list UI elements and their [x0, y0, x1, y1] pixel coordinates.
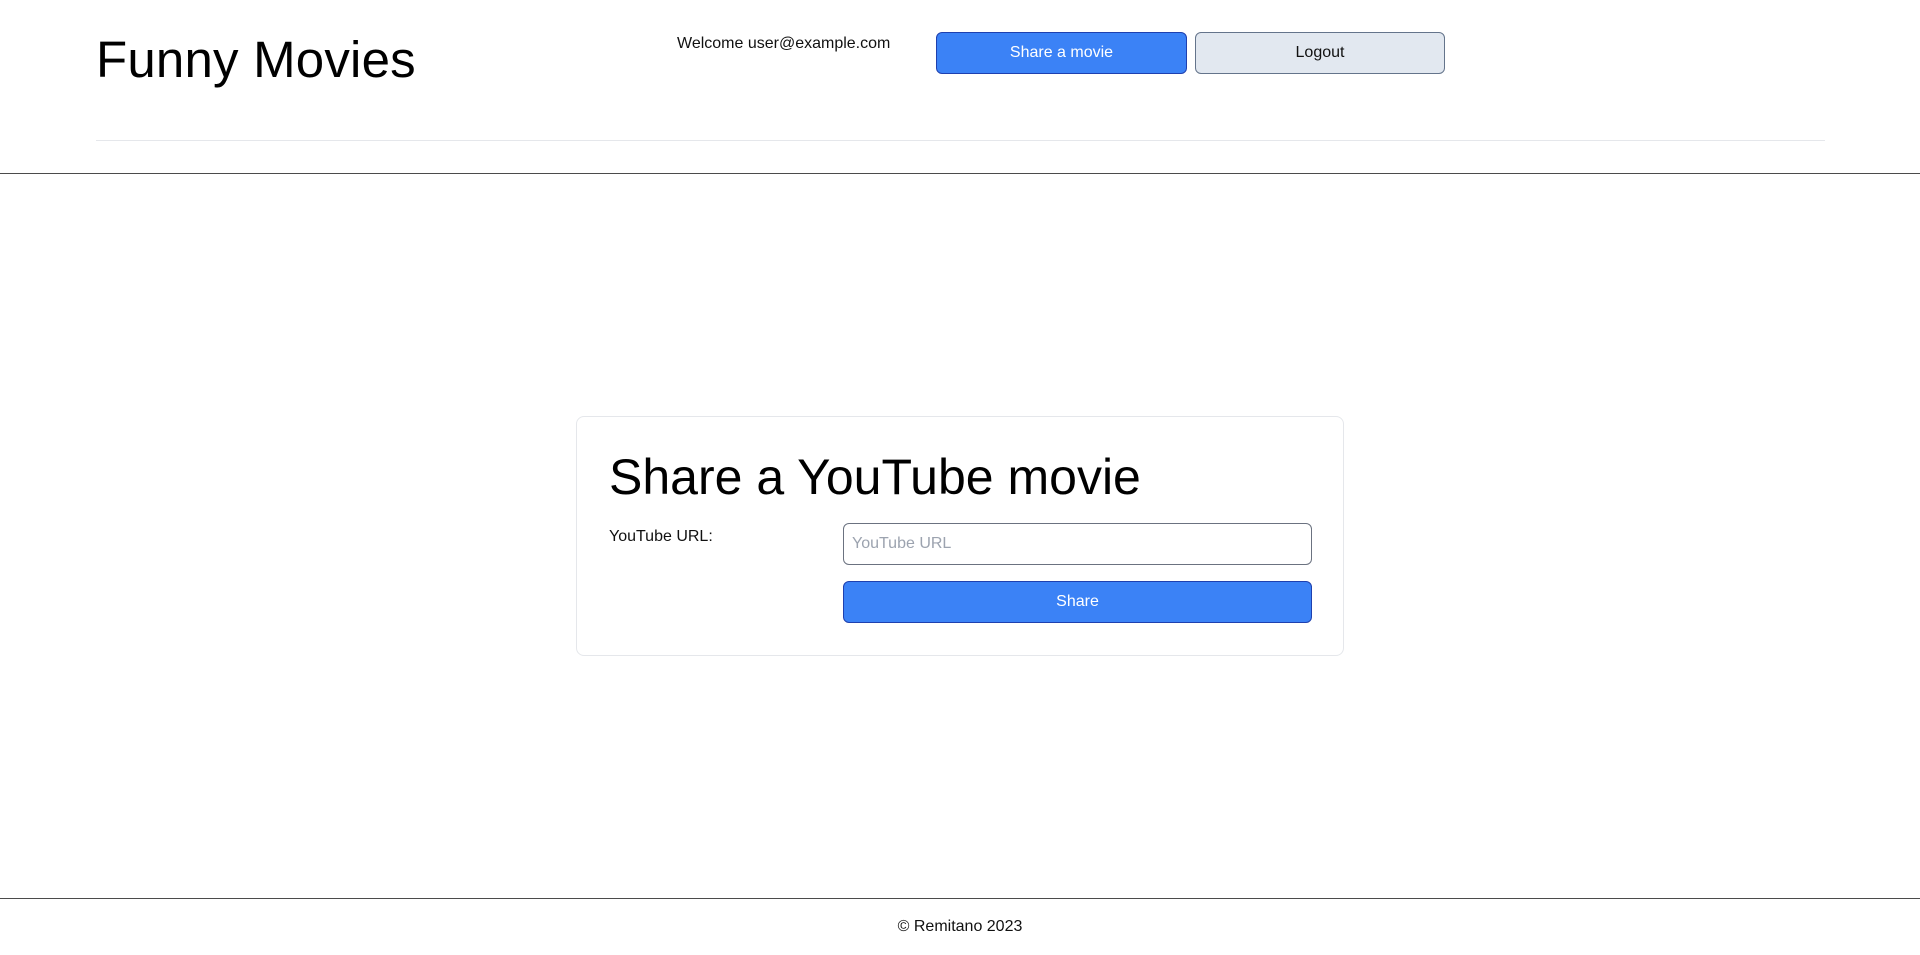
- page: Funny Movies Welcome user@example.com Sh…: [0, 0, 1920, 955]
- logout-button[interactable]: Logout: [1195, 32, 1445, 74]
- welcome-message: Welcome user@example.com: [677, 35, 891, 52]
- site-header: Funny Movies Welcome user@example.com Sh…: [0, 0, 1920, 174]
- share-a-movie-button[interactable]: Share a movie: [936, 32, 1187, 74]
- youtube-url-label: YouTube URL:: [609, 528, 713, 545]
- share-form-title: Share a YouTube movie: [609, 449, 1141, 505]
- header-divider: [96, 140, 1825, 141]
- brand-title[interactable]: Funny Movies: [96, 30, 416, 90]
- copyright-text: © Remitano 2023: [897, 918, 1023, 935]
- youtube-url-input[interactable]: [843, 523, 1312, 565]
- share-movie-card: Share a YouTube movie YouTube URL: Share: [576, 416, 1344, 656]
- share-button[interactable]: Share: [843, 581, 1312, 623]
- site-footer: © Remitano 2023: [0, 898, 1920, 955]
